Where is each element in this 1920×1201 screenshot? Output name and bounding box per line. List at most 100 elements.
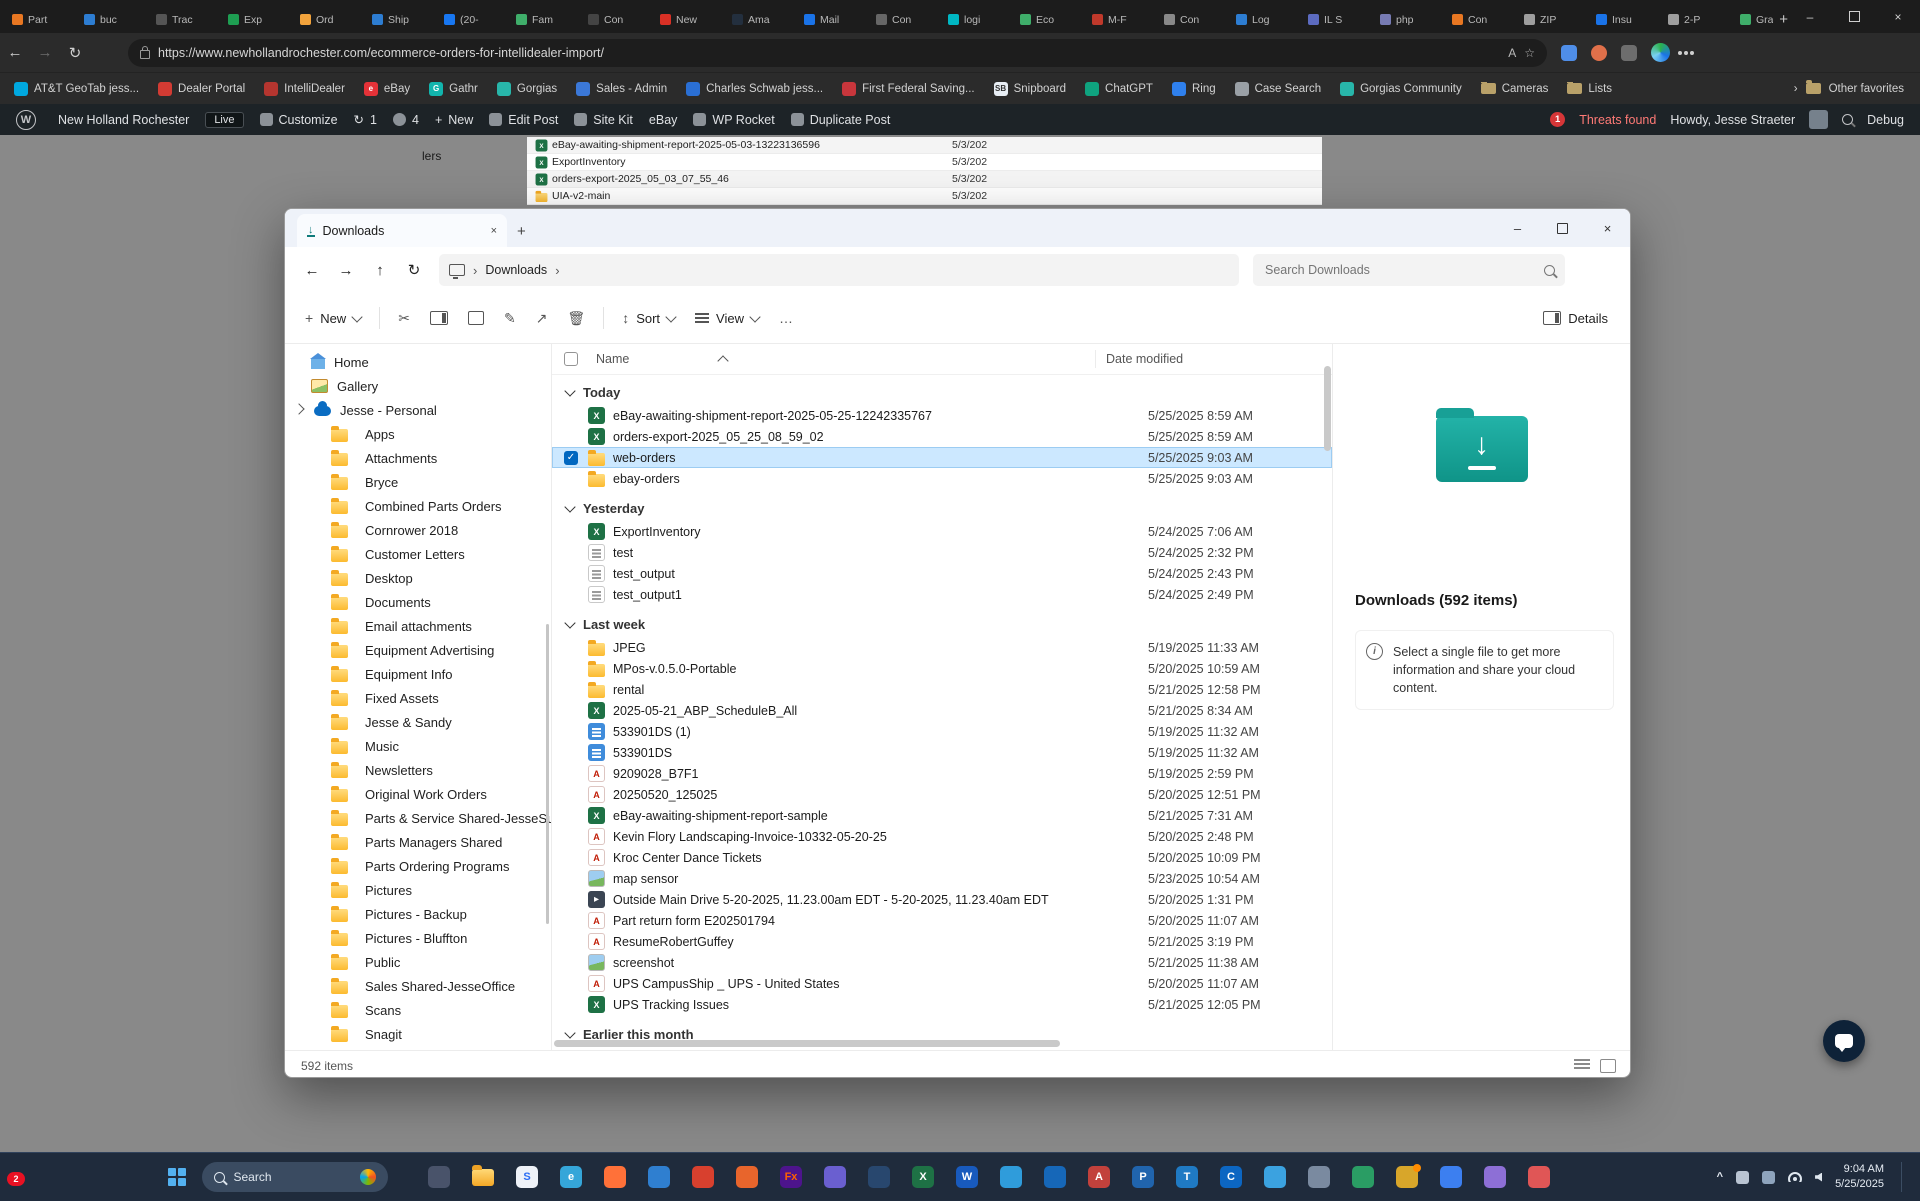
bookmark-gorgias[interactable]: Gorgias [496, 81, 557, 96]
taskbar-edge[interactable]: e [560, 1166, 583, 1189]
details-view-toggle[interactable] [1574, 1058, 1590, 1071]
close-button[interactable]: × [1876, 0, 1920, 33]
select-all-checkbox[interactable] [564, 352, 578, 366]
wp-item-site-kit[interactable]: Site Kit [574, 113, 633, 127]
browser-tab-2-p[interactable]: 2-P [1662, 6, 1734, 33]
taskbar-app-icon-1[interactable] [428, 1166, 451, 1189]
wp-item-1[interactable]: ↻ 1 [354, 112, 377, 128]
tray-icon-1[interactable] [1736, 1170, 1750, 1184]
sidebar-item-desktop[interactable]: Desktop [285, 566, 551, 590]
start-button[interactable] [168, 1168, 186, 1186]
sidebar-item-pictures[interactable]: Pictures [285, 878, 551, 902]
taskbar-app-icon-10[interactable]: T [1176, 1166, 1199, 1189]
reader-icon[interactable]: A [1508, 46, 1516, 60]
volume-icon[interactable] [1815, 1172, 1823, 1182]
wp-item-new[interactable]: + New [435, 113, 473, 127]
browser-tab-buc[interactable]: buc [78, 6, 150, 33]
back-icon[interactable]: ← [0, 44, 30, 61]
explorer-new-tab-button[interactable]: + [517, 223, 526, 240]
file-row-mpos-v-0-5-0-portable[interactable]: MPos-v.0.5.0-Portable 5/20/2025 10:59 AM [552, 658, 1332, 679]
sidebar-item-sales-shared-jesseoffice[interactable]: Sales Shared-JesseOffice [285, 974, 551, 998]
bookmark-charles-schwab-jess[interactable]: Charles Schwab jess... [686, 81, 823, 96]
sidebar-item-original-work-orders[interactable]: Original Work Orders [285, 782, 551, 806]
sidebar-item-home[interactable]: Home [285, 350, 551, 374]
browser-tab-mail[interactable]: Mail [798, 6, 870, 33]
taskbar-search[interactable]: Search [201, 1162, 388, 1192]
file-row-rental[interactable]: rental 5/21/2025 12:58 PM [552, 679, 1332, 700]
sidebar-item-pictures-backup[interactable]: Pictures - Backup [285, 902, 551, 926]
sidebar-item-parts-ordering-programs[interactable]: Parts Ordering Programs [285, 854, 551, 878]
file-row-test-output[interactable]: test_output 5/24/2025 2:43 PM [552, 563, 1332, 584]
taskbar-app-icon-12[interactable] [1264, 1166, 1287, 1189]
other-favorites-label[interactable]: Other favorites [1829, 83, 1904, 95]
taskbar-app-icon-13[interactable] [1308, 1166, 1331, 1189]
sidebar-item-parts-service-shared-jessesurfacela[interactable]: Parts & Service Shared-JesseSurfaceLa [285, 806, 551, 830]
wp-item-ebay[interactable]: eBay [649, 113, 678, 127]
taskbar-app-icon-9[interactable]: P [1132, 1166, 1155, 1189]
file-row-ups-campusship-ups-united-states[interactable]: UPS CampusShip _ UPS - United States 5/20… [552, 973, 1332, 994]
forward-icon[interactable]: → [329, 262, 363, 279]
profile-avatar[interactable] [1651, 43, 1670, 62]
bookmark-first-federal-saving[interactable]: First Federal Saving... [842, 81, 975, 96]
close-button[interactable]: × [1585, 209, 1630, 247]
browser-tab-con[interactable]: Con [870, 6, 942, 33]
file-row-9209028-b7f1[interactable]: 9209028_B7F1 5/19/2025 2:59 PM [552, 763, 1332, 784]
sort-button[interactable]: ↕ Sort [612, 301, 685, 335]
up-icon[interactable]: ↑ [363, 262, 397, 279]
taskbar-app-icon-2[interactable] [648, 1166, 671, 1189]
taskbar-firefox[interactable] [604, 1166, 627, 1189]
wp-item-4[interactable]: 4 [392, 113, 419, 127]
file-row-ups-tracking-issues[interactable]: UPS Tracking Issues 5/21/2025 12:05 PM [552, 994, 1332, 1015]
taskbar-app-icon-7[interactable] [1000, 1166, 1023, 1189]
file-row-ebay-awaiting-shipment-report-2025-05-25[interactable]: eBay-awaiting-shipment-report-2025-05-25… [552, 405, 1332, 426]
wp-search-icon[interactable] [1842, 114, 1854, 125]
maximize-button[interactable] [1832, 0, 1876, 33]
sidebar-item-scans[interactable]: Scans [285, 998, 551, 1022]
url-text[interactable]: https://www.newhollandrochester.com/ecom… [158, 46, 1500, 60]
sidebar-item-combined-parts-orders[interactable]: Combined Parts Orders [285, 494, 551, 518]
user-avatar[interactable] [1809, 110, 1829, 129]
taskbar-phone-link[interactable] [1044, 1166, 1067, 1189]
search-input[interactable] [1263, 262, 1544, 278]
breadcrumb-downloads[interactable]: Downloads [485, 263, 547, 277]
minimize-button[interactable]: – [1495, 209, 1540, 247]
file-row-exportinventory[interactable]: ExportInventory 5/24/2025 7:06 AM [552, 521, 1332, 542]
debug-link[interactable]: Debug [1867, 113, 1904, 127]
taskbar-app-icon-17[interactable] [1484, 1166, 1507, 1189]
file-row-test[interactable]: test 5/24/2025 2:32 PM [552, 542, 1332, 563]
taskbar-file-explorer[interactable] [472, 1164, 495, 1189]
sidebar-item-documents[interactable]: Documents [285, 590, 551, 614]
taskbar-app-icon-18[interactable] [1528, 1166, 1551, 1189]
taskbar-clock[interactable]: 9:04 AM 5/25/2025 [1835, 1162, 1884, 1192]
taskbar-snagit[interactable]: S [516, 1166, 539, 1189]
bookmark-cameras[interactable]: Cameras [1480, 81, 1548, 95]
sidebar-item-customer-letters[interactable]: Customer Letters [285, 542, 551, 566]
file-row-orders-export-2025-05-25-08-59-02[interactable]: orders-export-2025_05_25_08_59_02 5/25/20… [552, 426, 1332, 447]
wp-item-live[interactable]: Live [205, 111, 244, 128]
browser-tab-20[interactable]: (20- [438, 6, 510, 33]
explorer-tab-downloads[interactable]: ↓ Downloads × [297, 214, 507, 247]
wp-item-wp-rocket[interactable]: WP Rocket [693, 113, 775, 127]
share-button[interactable]: ↗ [526, 301, 558, 335]
sidebar-scrollbar[interactable] [546, 624, 549, 924]
browser-tab-zip[interactable]: ZIP [1518, 6, 1590, 33]
file-row-20250520-125025[interactable]: 20250520_125025 5/20/2025 12:51 PM [552, 784, 1332, 805]
bookmark-gorgias-community[interactable]: Gorgias Community [1340, 81, 1462, 96]
extension-icon-1[interactable] [1561, 44, 1577, 61]
browser-tab-new[interactable]: New [654, 6, 726, 33]
new-tab-button[interactable]: + [1779, 11, 1788, 28]
extensions-puzzle-icon[interactable] [1621, 44, 1637, 61]
browser-tab-php[interactable]: php [1374, 6, 1446, 33]
checked-checkbox[interactable]: ✓ [564, 450, 578, 465]
address-breadcrumb[interactable]: › Downloads › [439, 254, 1239, 286]
file-row-kroc-center-dance-tickets[interactable]: Kroc Center Dance Tickets 5/20/2025 10:09… [552, 847, 1332, 868]
browser-tab-logi[interactable]: logi [942, 6, 1014, 33]
group-header-yesterday[interactable]: Yesterday [552, 495, 1332, 521]
large-icons-view-toggle[interactable] [1600, 1058, 1616, 1073]
wp-item-new-holland-rochester[interactable]: New Holland Rochester [52, 113, 189, 127]
vertical-scrollbar[interactable] [1324, 346, 1331, 1046]
file-row-2025-05-21-abp-scheduleb-all[interactable]: 2025-05-21_ABP_ScheduleB_All 5/21/2025 8:… [552, 700, 1332, 721]
file-row-resumerobertguffey[interactable]: ResumeRobertGuffey 5/21/2025 3:19 PM [552, 931, 1332, 952]
delete-button[interactable]: 🗑︎ [557, 301, 595, 335]
sidebar-item-gallery[interactable]: Gallery [285, 374, 551, 398]
